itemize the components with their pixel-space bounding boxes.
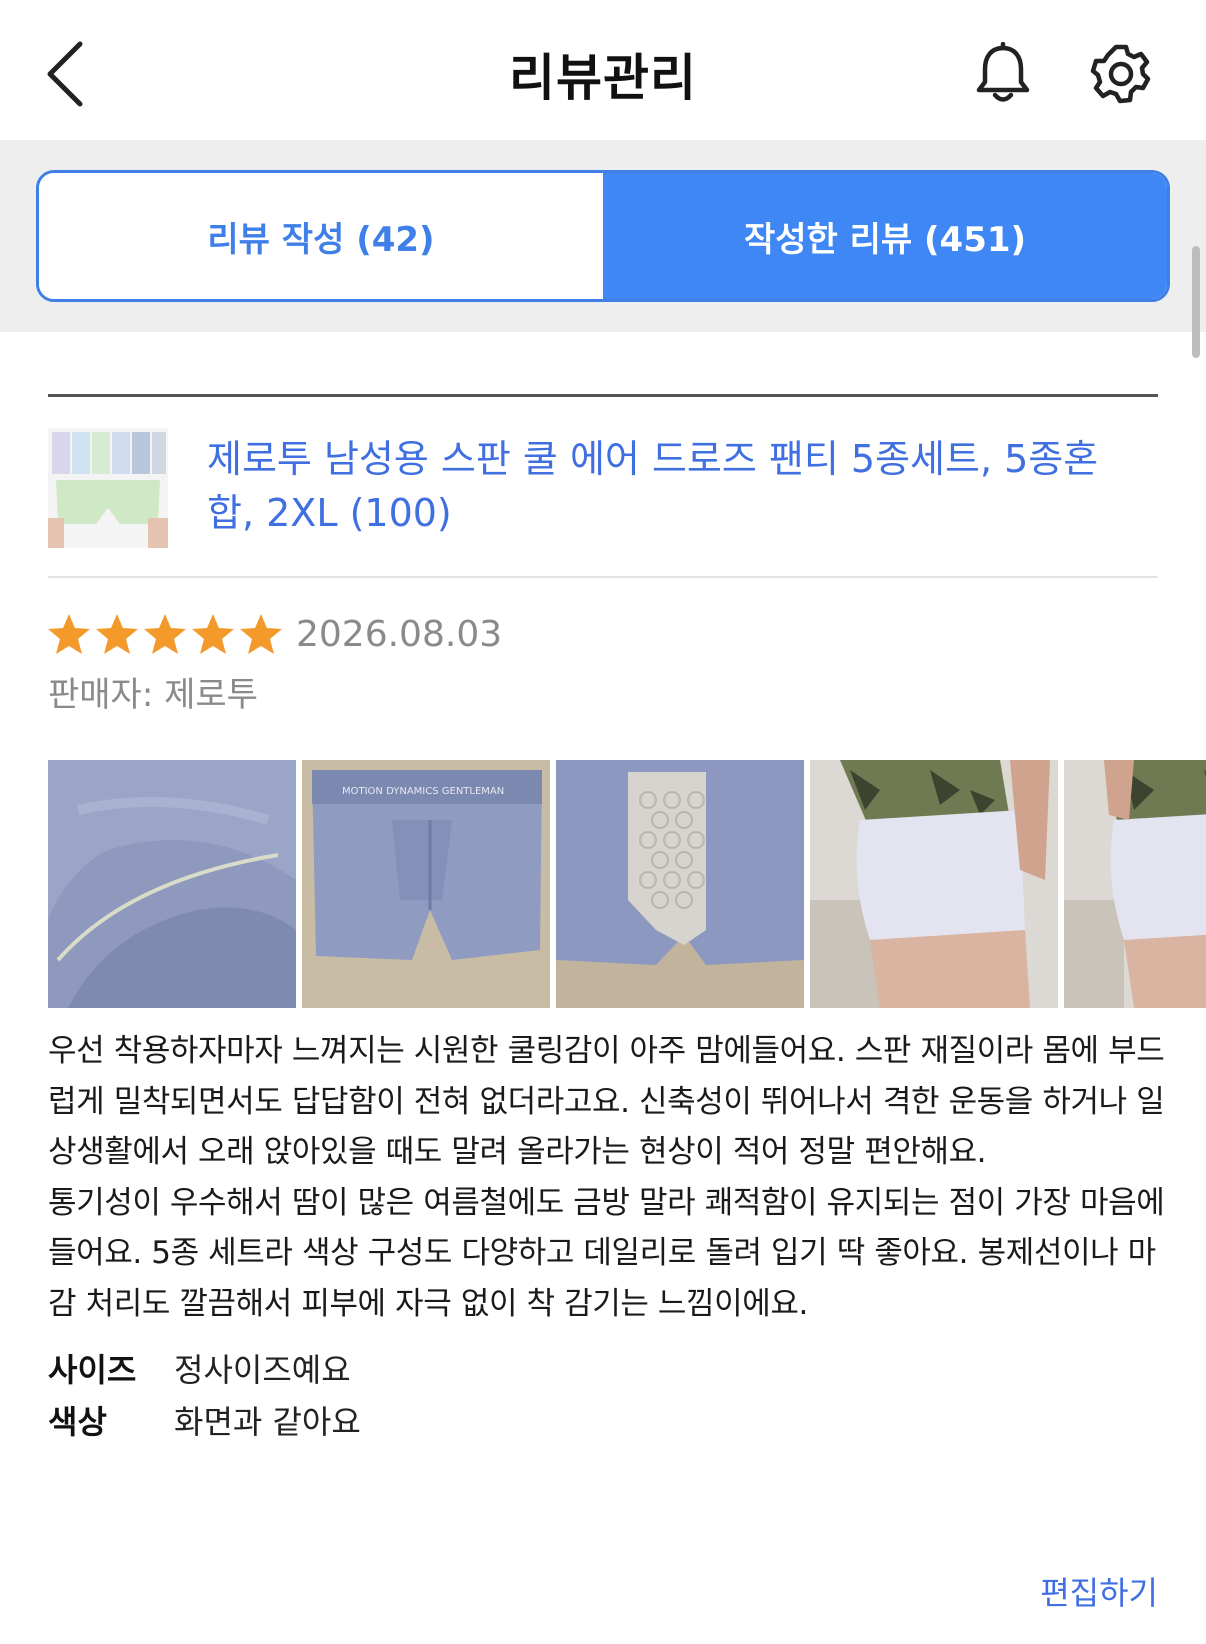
scrollbar[interactable] (1192, 246, 1200, 358)
bell-icon (976, 41, 1030, 102)
review-tabs: 리뷰 작성 (42) 작성한 리뷰 (451) (36, 170, 1170, 302)
review-photo-5[interactable] (1064, 760, 1206, 1008)
gear-icon (1090, 44, 1151, 104)
review-photos: MOTION DYNAMICS GENTLEMAN (48, 760, 1206, 1008)
divider (48, 394, 1158, 397)
review-photo-1[interactable] (48, 760, 296, 1008)
notifications-button[interactable] (974, 41, 1032, 106)
attribute-value: 정사이즈예요 (174, 1351, 351, 1389)
star-icon (96, 614, 138, 654)
review-photo-4[interactable] (810, 760, 1058, 1008)
tab-written-reviews[interactable]: 작성한 리뷰 (451) (603, 173, 1167, 299)
attribute-row-color: 색상 화면과 같아요 (48, 1398, 361, 1446)
star-rating (46, 612, 284, 658)
product-thumbnail[interactable] (48, 428, 168, 548)
settings-button[interactable] (1090, 43, 1152, 105)
attribute-key: 색상 (48, 1403, 107, 1441)
review-text: 우선 착용하자마자 느껴지는 시원한 쿨링감이 아주 맘에들어요. 스판 재질이… (48, 1033, 1165, 1322)
edit-review-button[interactable]: 편집하기 (1040, 1570, 1158, 1616)
attribute-value: 화면과 같아요 (174, 1403, 361, 1441)
star-icon (48, 614, 90, 654)
review-date: 2026.08.03 (296, 614, 503, 655)
photo-band-text: MOTION DYNAMICS GENTLEMAN (342, 786, 504, 797)
seller-label: 판매자: 제로투 (48, 675, 258, 715)
attribute-row-size: 사이즈 정사이즈예요 (48, 1346, 351, 1394)
product-name-link[interactable]: 제로투 남성용 스판 쿨 에어 드로즈 팬티 5종세트, 5종혼합, 2XL (… (207, 432, 1127, 540)
tab-bar: 리뷰 작성 (42) 작성한 리뷰 (451) (0, 140, 1206, 332)
divider (48, 576, 1158, 578)
review-photo-2[interactable]: MOTION DYNAMICS GENTLEMAN (302, 760, 550, 1008)
review-photo-3[interactable] (556, 760, 804, 1008)
star-icon (240, 614, 282, 654)
attribute-key: 사이즈 (48, 1351, 137, 1389)
tab-write-review[interactable]: 리뷰 작성 (42) (39, 173, 603, 299)
star-icon (192, 614, 234, 654)
star-icon (144, 614, 186, 654)
app-header: 리뷰관리 (0, 0, 1206, 140)
